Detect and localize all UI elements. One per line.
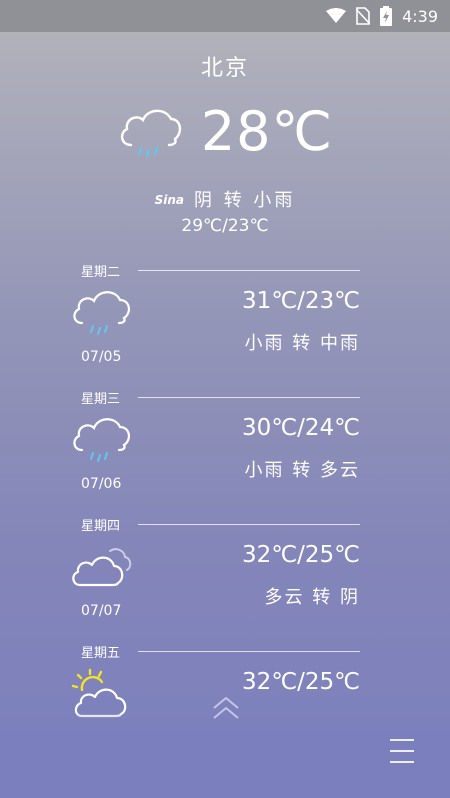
divider bbox=[138, 524, 360, 525]
forecast-weekday: 星期四 bbox=[81, 519, 121, 534]
forecast-day[interactable]: 星期四 07/07 32℃/25℃ 多云 转 阴 bbox=[0, 515, 450, 642]
forecast-condition: 多云 转 阴 bbox=[264, 587, 360, 608]
forecast-temperature: 32℃/25℃ bbox=[242, 542, 360, 568]
current-temperature: 28℃ bbox=[200, 100, 334, 163]
status-time: 4:39 bbox=[402, 6, 438, 26]
forecast-weekday: 星期二 bbox=[81, 265, 121, 280]
double-chevron-up-icon[interactable] bbox=[210, 694, 242, 722]
current-condition: 阴 转 小雨 bbox=[193, 190, 296, 211]
status-bar: 4:39 bbox=[0, 0, 450, 32]
battery-charging-icon bbox=[380, 6, 393, 26]
no-sim-icon bbox=[356, 7, 371, 25]
current-weather: 28℃ bbox=[0, 100, 450, 163]
forecast-date: 07/05 bbox=[81, 349, 122, 365]
forecast-day[interactable]: 星期三 07/06 30℃/24℃ 小雨 转 多云 bbox=[0, 388, 450, 515]
forecast-temperature: 30℃/24℃ bbox=[242, 415, 360, 441]
cloudy-icon bbox=[72, 548, 132, 587]
partly-sunny-icon bbox=[71, 668, 127, 718]
forecast-day[interactable]: 星期二 07/05 31℃/23℃ 小雨 转 中雨 bbox=[0, 261, 450, 388]
forecast-condition: 小雨 转 中雨 bbox=[244, 333, 360, 354]
forecast-temperature: 31℃/23℃ bbox=[242, 288, 360, 314]
wifi-icon bbox=[326, 8, 347, 23]
sina-logo: Sina bbox=[154, 193, 184, 207]
forecast-weekday: 星期五 bbox=[81, 646, 121, 661]
forecast-date: 07/07 bbox=[81, 603, 122, 619]
forecast-weekday: 星期三 bbox=[81, 392, 121, 407]
forecast-date: 07/06 bbox=[81, 476, 122, 492]
forecast-condition: 小雨 转 多云 bbox=[244, 460, 360, 481]
divider bbox=[138, 270, 360, 271]
cloud-rain-icon bbox=[73, 418, 130, 462]
hamburger-menu-icon[interactable] bbox=[388, 737, 416, 765]
divider bbox=[138, 651, 360, 652]
bottom-fade bbox=[0, 712, 450, 798]
current-temp-range: 29℃/23℃ bbox=[181, 216, 269, 236]
current-condition-row: Sina 阴 转 小雨 bbox=[0, 186, 450, 212]
divider bbox=[138, 397, 360, 398]
cloud-rain-icon bbox=[73, 291, 130, 335]
cloud-rain-icon bbox=[120, 109, 181, 157]
city-name[interactable]: 北京 bbox=[0, 50, 450, 82]
forecast-temperature: 32℃/25℃ bbox=[242, 669, 360, 695]
